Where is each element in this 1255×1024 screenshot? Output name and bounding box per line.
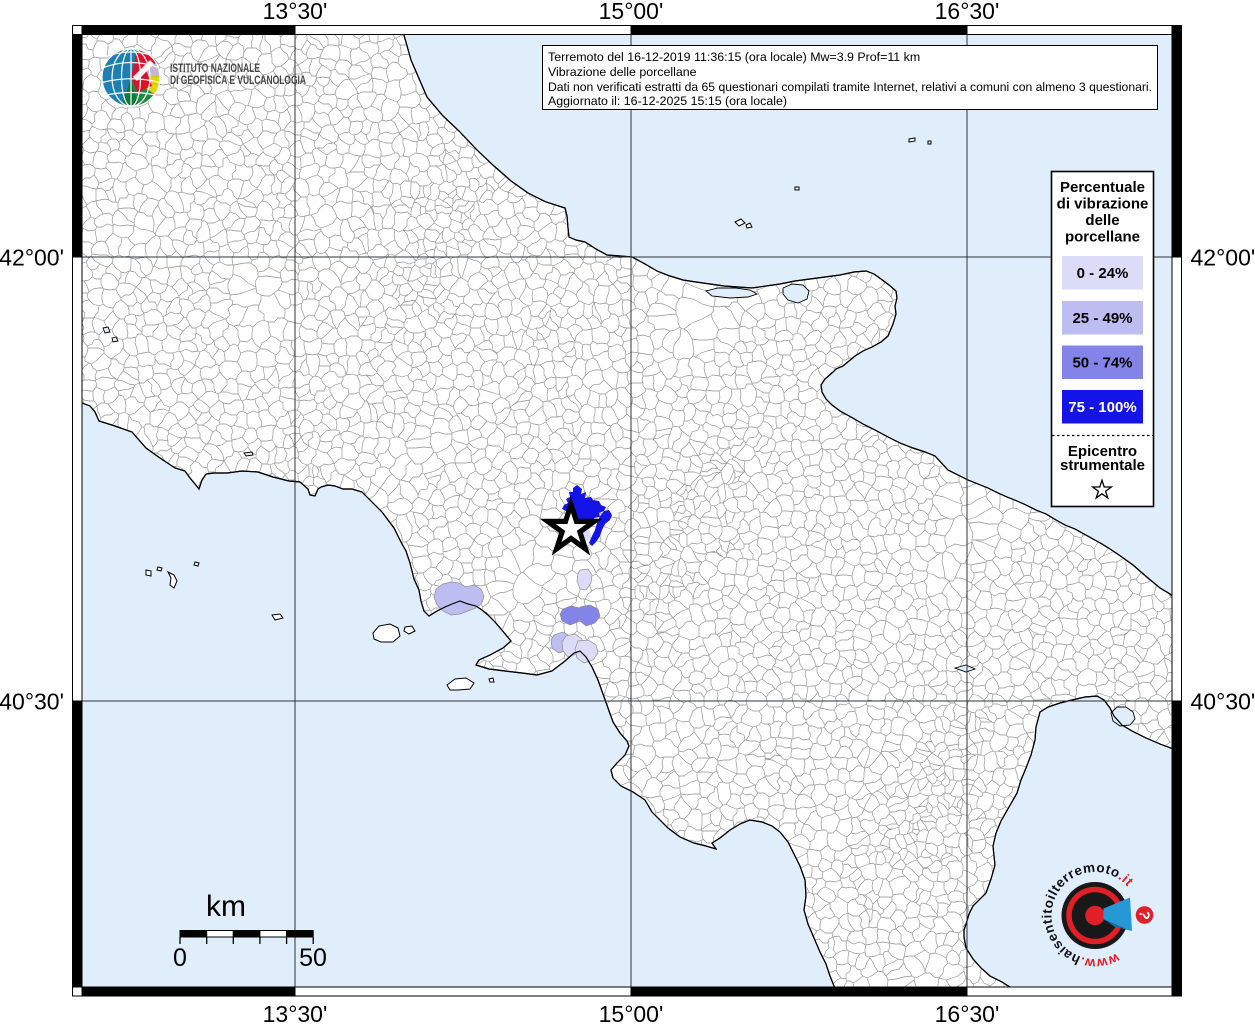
svg-text:75 - 100%: 75 - 100%	[1068, 399, 1136, 416]
svg-text:di vibrazione: di vibrazione	[1057, 196, 1149, 213]
svg-text:0 - 24%: 0 - 24%	[1077, 265, 1129, 282]
svg-text:42°00': 42°00'	[1191, 245, 1255, 271]
svg-text:strumentale: strumentale	[1060, 457, 1145, 474]
svg-text:15°00': 15°00'	[599, 1001, 664, 1024]
svg-text:16°30': 16°30'	[935, 1001, 1000, 1024]
svg-text:ISTITUTO NAZIONALE: ISTITUTO NAZIONALE	[170, 63, 260, 75]
svg-text:km: km	[206, 890, 246, 923]
svg-text:Percentuale: Percentuale	[1060, 179, 1145, 196]
svg-text:Aggiornato il: 16-12-2025 15:1: Aggiornato il: 16-12-2025 15:15 (ora loc…	[548, 94, 787, 108]
svg-text:25 - 49%: 25 - 49%	[1072, 310, 1132, 327]
svg-text:42°00': 42°00'	[0, 245, 64, 271]
svg-text:Dati non verificati estratti d: Dati non verificati estratti da 65 quest…	[548, 80, 1152, 94]
svg-text:13°30': 13°30'	[263, 0, 328, 24]
svg-text:50: 50	[299, 944, 327, 972]
svg-text:16°30': 16°30'	[935, 0, 1000, 24]
svg-text:40°30': 40°30'	[0, 689, 64, 715]
svg-text:15°00': 15°00'	[599, 0, 664, 24]
svg-text:13°30': 13°30'	[263, 1001, 328, 1024]
svg-text:Vibrazione delle porcellane: Vibrazione delle porcellane	[548, 65, 697, 79]
svg-text:50 - 74%: 50 - 74%	[1072, 355, 1132, 372]
svg-text:0: 0	[173, 944, 187, 972]
svg-text:40°30': 40°30'	[1191, 689, 1255, 715]
svg-text:porcellane: porcellane	[1065, 229, 1140, 246]
svg-text:delle: delle	[1085, 212, 1119, 229]
svg-text:DI GEOFISICA E VULCANOLOGIA: DI GEOFISICA E VULCANOLOGIA	[170, 75, 306, 87]
svg-text:Terremoto del 16-12-2019 11:36: Terremoto del 16-12-2019 11:36:15 (ora l…	[548, 50, 920, 64]
